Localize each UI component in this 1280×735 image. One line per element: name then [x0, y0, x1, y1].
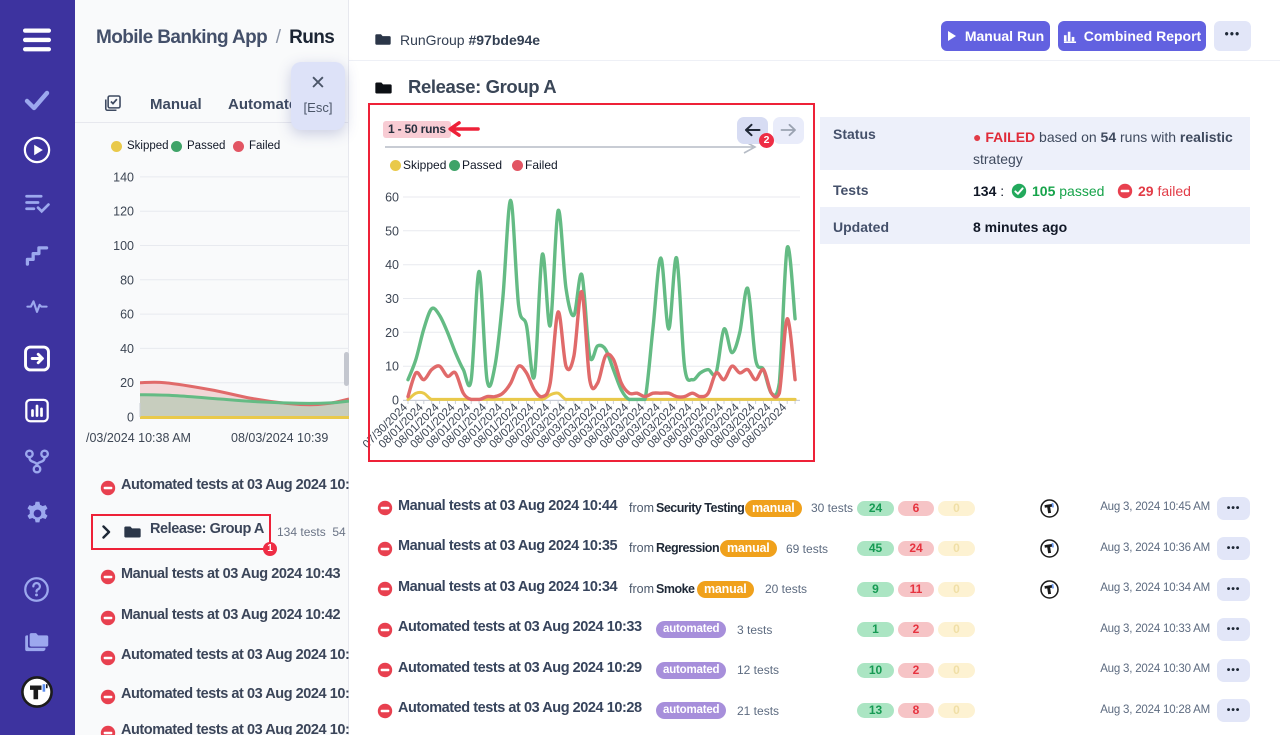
svg-text:60: 60 — [120, 308, 134, 322]
svg-text:120: 120 — [113, 205, 134, 219]
svg-text:0: 0 — [127, 411, 134, 425]
svg-text:20: 20 — [120, 376, 134, 390]
svg-text:80: 80 — [120, 273, 134, 287]
svg-text:/03/2024 10:38 AM: /03/2024 10:38 AM — [86, 431, 191, 445]
svg-text:40: 40 — [120, 342, 134, 356]
svg-text:140: 140 — [113, 170, 134, 184]
svg-text:100: 100 — [113, 239, 134, 253]
svg-text:08/03/2024 10:39: 08/03/2024 10:39 — [231, 431, 328, 445]
